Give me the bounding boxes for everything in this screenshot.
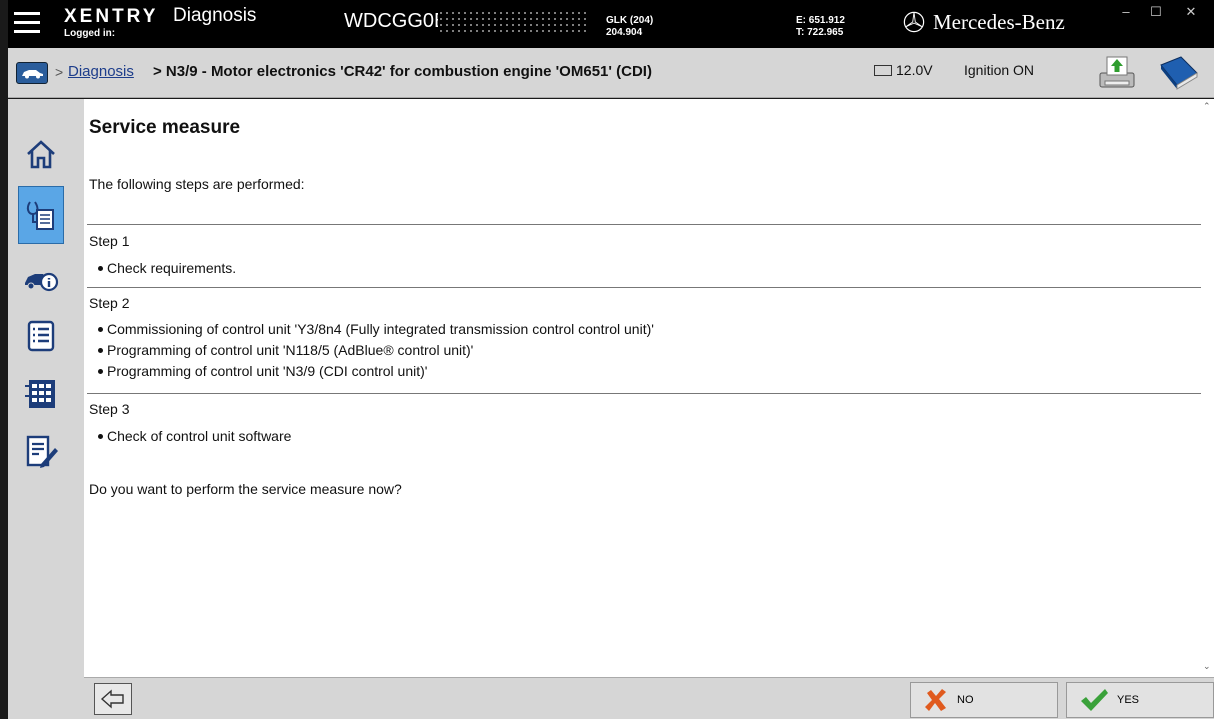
logged-in-label: Logged in: xyxy=(64,28,116,39)
notes-icon xyxy=(26,435,58,468)
sidebar-item-notes[interactable] xyxy=(18,429,64,475)
app-brand: XENTRY xyxy=(64,6,159,27)
model-line: GLK (204) xyxy=(606,15,654,26)
back-arrow-icon xyxy=(100,689,124,709)
maximize-button[interactable]: ☐ xyxy=(1141,4,1171,22)
step-label: Step 1 xyxy=(89,233,130,249)
sidebar-item-list[interactable] xyxy=(18,313,64,359)
yes-label: YES xyxy=(1117,694,1140,706)
divider xyxy=(87,287,1201,288)
sidebar xyxy=(8,99,84,719)
sidebar-item-vehicle-info[interactable] xyxy=(18,257,64,303)
printer-upload-icon xyxy=(1099,56,1135,88)
manufacturer-logo: Mercedes-Benz xyxy=(903,10,1065,35)
cross-icon xyxy=(925,689,946,711)
page-title: > N3/9 - Motor electronics 'CR42' for co… xyxy=(153,63,652,80)
home-icon xyxy=(27,140,55,169)
book-icon xyxy=(1160,56,1198,90)
battery-icon xyxy=(874,65,892,76)
back-button[interactable] xyxy=(94,683,132,715)
breadcrumb-link-diagnosis[interactable]: Diagnosis xyxy=(68,63,134,80)
breadcrumb-separator: > xyxy=(55,64,64,80)
vehicle-button[interactable] xyxy=(16,62,48,84)
control-units-icon xyxy=(25,380,55,408)
no-label: NO xyxy=(957,694,974,706)
divider xyxy=(87,393,1201,394)
minimize-button[interactable]: – xyxy=(1111,4,1141,22)
content-panel: Service measure The following steps are … xyxy=(84,99,1201,677)
step-item: Check of control unit software xyxy=(98,428,291,444)
engine-code: E: 651.912 xyxy=(796,15,845,26)
yes-button[interactable]: YES xyxy=(1066,682,1214,718)
sidebar-item-diagnosis[interactable] xyxy=(18,186,64,244)
diagnosis-icon xyxy=(26,201,54,230)
transmission-code: T: 722.965 xyxy=(796,27,844,38)
breadcrumb: > Diagnosis > N3/9 - Motor electronics '… xyxy=(8,48,1214,98)
scroll-up-icon[interactable]: ⌃ xyxy=(1203,101,1211,112)
bottom-bar: NO YES xyxy=(84,677,1214,719)
model-number: 204.904 xyxy=(606,27,643,38)
section-heading: Service measure xyxy=(89,117,241,138)
engine-info: E: 651.912 T: 722.965 xyxy=(796,15,845,39)
step-item: Check requirements. xyxy=(98,260,236,276)
voltage-status: 12.0V xyxy=(874,62,933,78)
menu-icon[interactable] xyxy=(14,12,40,34)
car-icon xyxy=(22,70,43,79)
vin-mask xyxy=(438,10,586,34)
vehicle-info-icon xyxy=(25,272,59,292)
scroll-down-icon[interactable]: ⌄ xyxy=(1203,661,1211,672)
step-label: Step 3 xyxy=(89,401,130,417)
no-button[interactable]: NO xyxy=(910,682,1058,718)
title-bar: XENTRY Diagnosis Logged in: WDCGG0EE GLK… xyxy=(8,0,1214,48)
step-item: Commissioning of control unit 'Y3/8n4 (F… xyxy=(98,321,654,337)
upload-button[interactable] xyxy=(1096,51,1138,93)
list-icon xyxy=(27,320,55,352)
divider xyxy=(87,224,1201,225)
model-info: GLK (204) 204.904 xyxy=(606,15,653,39)
scrollbar[interactable]: ⌃ ⌄ xyxy=(1201,99,1214,677)
mercedes-star-icon xyxy=(903,11,925,33)
sidebar-item-control-units[interactable] xyxy=(18,371,64,417)
check-icon xyxy=(1081,689,1108,711)
sidebar-item-home[interactable] xyxy=(18,131,64,177)
app-product: Diagnosis xyxy=(173,5,257,26)
intro-text: The following steps are performed: xyxy=(89,176,305,192)
step-label: Step 2 xyxy=(89,295,130,311)
step-item: Programming of control unit 'N118/5 (AdB… xyxy=(98,342,473,358)
help-book-button[interactable] xyxy=(1155,51,1201,93)
manufacturer-name: Mercedes-Benz xyxy=(933,10,1065,34)
confirmation-question: Do you want to perform the service measu… xyxy=(89,481,402,497)
step-item: Programming of control unit 'N3/9 (CDI c… xyxy=(98,363,427,379)
close-button[interactable]: ✕ xyxy=(1176,4,1206,22)
ignition-status: Ignition ON xyxy=(964,62,1035,78)
voltage-value: 12.0V xyxy=(896,62,933,78)
